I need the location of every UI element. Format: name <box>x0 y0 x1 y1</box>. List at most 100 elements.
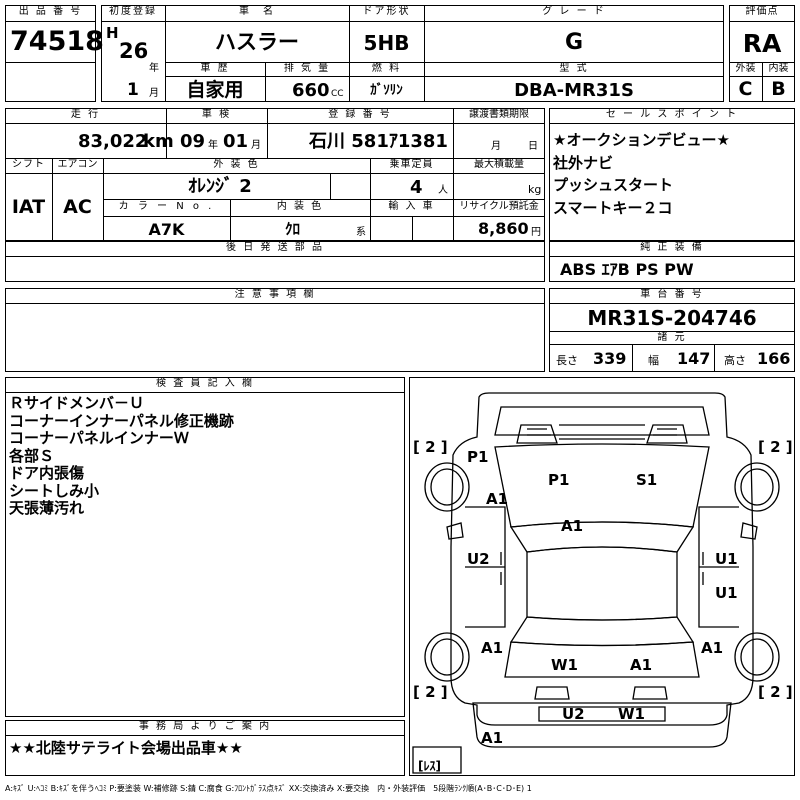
exterior-color-value: ｵﾚﾝｼﾞ 2 <box>188 176 252 197</box>
inspection-label: 車 検 <box>201 109 232 120</box>
plate-label: 登 録 番 号 <box>328 109 392 120</box>
score-label: 評価点 <box>745 6 779 17</box>
registration-month: 1 <box>127 80 139 100</box>
fuel-label: 燃 料 <box>371 63 402 74</box>
recycle-label: リサイクル預託金 <box>459 201 539 212</box>
sales-points-list: ★オークションデビュー★ 社外ナビ プッシュスタート スマートキー２コ <box>553 129 730 219</box>
chassis-label: 車 台 番 号 <box>640 289 704 300</box>
grade-value: G <box>564 30 584 55</box>
mileage-unit: km <box>143 131 174 152</box>
shift-label: シフト <box>12 159 45 170</box>
interior-color-value: ｸﾛ <box>284 220 300 238</box>
roof <box>526 546 678 621</box>
caution-block <box>5 288 545 372</box>
inspector-note: コーナーインナーパネル修正機跡 <box>9 411 234 430</box>
shift-value: IAT <box>11 196 46 218</box>
history-label: 車 歴 <box>200 63 230 74</box>
first-registration-label: 初度登録 <box>109 6 157 17</box>
registration-year: 26 <box>119 39 149 63</box>
sales-points-label: セ ー ル ス ポ イ ン ト <box>605 109 739 120</box>
recycle-unit: 円 <box>531 227 541 238</box>
color-no-label: カ ラ ー N o . <box>118 201 215 212</box>
door-type-label: ドア形状 <box>362 6 411 17</box>
tire-label-rear-right: [ 2 ] <box>758 683 793 701</box>
equipment-value: ABS ｴｱB PS PW <box>560 260 694 279</box>
transfer-day-unit: 日 <box>528 141 538 152</box>
damage-mark: U2 <box>467 550 490 568</box>
overall-score: RA <box>742 29 782 58</box>
lot-number: 74518 <box>10 26 104 57</box>
damage-mark: A1 <box>630 656 653 674</box>
caution-label: 注 意 事 項 欄 <box>234 289 316 300</box>
aircon-value: AC <box>63 196 92 218</box>
damage-mark: U2 <box>562 705 585 723</box>
aircon-label: エアコン <box>57 159 98 170</box>
sales-point: スマートキー２コ <box>553 198 673 217</box>
specs-label: 諸 元 <box>657 332 687 343</box>
interior-score: B <box>771 78 786 100</box>
inspector-note: シートしみ小 <box>9 481 100 500</box>
legend-text: A:ｷｽﾞ U:ﾍｺﾐ B:ｷｽﾞを伴うﾍｺﾐ P:要塗装 W:補修跡 S:錆 … <box>5 784 532 793</box>
damage-mark: A1 <box>486 490 509 508</box>
model-label: 型 式 <box>559 63 589 74</box>
headlight-right <box>646 424 688 444</box>
tire-label-front-right: [ 2 ] <box>758 438 793 456</box>
damage-mark: S1 <box>636 471 658 489</box>
interior-color-label: 内 装 色 <box>276 201 324 212</box>
transfer-month-unit: 月 <box>491 141 501 152</box>
month-unit: 月 <box>149 88 159 99</box>
inspection-year-unit: 年 <box>208 140 218 151</box>
mirror-right <box>740 522 758 540</box>
inspector-notes: Ｒサイドメンバ－Ｕ コーナーインナーパネル修正機跡 コーナーパネルインナーＷ 各… <box>9 394 234 518</box>
height-label: 高さ <box>724 354 746 367</box>
capacity-unit: 人 <box>438 185 448 196</box>
exterior-label: 外装 <box>735 63 756 74</box>
car-outline <box>450 392 754 726</box>
equipment-label: 純 正 装 備 <box>640 242 704 253</box>
later-parts-label: 後 日 発 送 部 品 <box>226 242 324 253</box>
plate-number: 石川 581ｱ1381 <box>309 131 448 152</box>
damage-mark: A1 <box>481 729 504 747</box>
damage-mark: A1 <box>701 639 724 657</box>
door-type: 5HB <box>363 31 410 55</box>
history-value: 自家用 <box>186 79 244 101</box>
front-bumper-outline <box>494 406 710 436</box>
capacity-value: 4 <box>410 177 423 198</box>
damage-mark: P1 <box>548 471 570 489</box>
transfer-docs-label: 譲渡書類期限 <box>469 109 529 120</box>
inspection-month-unit: 月 <box>251 140 261 151</box>
headlight-left <box>516 424 558 444</box>
exterior-color-label: 外 装 色 <box>213 159 260 170</box>
grade-label: グ レ ー ド <box>542 6 606 17</box>
capacity-label: 乗車定員 <box>389 159 434 170</box>
recycle-value: 8,860 <box>478 219 529 238</box>
office-notice-text: ★★北陸サテライト会場出品車★★ <box>9 739 243 757</box>
rear-glass <box>509 616 695 647</box>
model-value: DBA-MR31S <box>514 80 634 101</box>
sales-point: ★オークションデビュー★ <box>553 131 730 149</box>
office-notice-label: 事 務 局 よ り ご 案 内 <box>138 721 272 732</box>
damage-mark: W1 <box>551 656 578 674</box>
exterior-score: C <box>738 78 753 100</box>
lot-number-label: 出 品 番 号 <box>18 6 83 17</box>
fuel-value: ｶﾞｿﾘﾝ <box>370 83 403 98</box>
mileage-value: 83,022 <box>78 131 148 152</box>
tire-label-front-left: [ 2 ] <box>413 438 448 456</box>
width-label: 幅 <box>648 354 659 367</box>
import-label: 輸 入 車 <box>388 201 435 212</box>
damage-mark: P1 <box>467 448 489 466</box>
inspector-note: コーナーパネルインナーＷ <box>9 429 189 447</box>
damage-mark: W1 <box>618 705 645 723</box>
sales-point: プッシュスタート <box>553 176 674 194</box>
inspector-note: Ｒサイドメンバ－Ｕ <box>9 394 145 412</box>
max-load-label: 最大積載量 <box>474 159 524 170</box>
damage-mark: A1 <box>561 517 584 535</box>
inspector-note: ドア内張傷 <box>9 464 85 482</box>
damage-mark: A1 <box>481 639 504 657</box>
interior-color-unit: 系 <box>356 227 366 238</box>
era-mark: H <box>106 24 119 42</box>
interior-label: 内装 <box>768 63 789 74</box>
license-plate-area <box>538 706 666 722</box>
year-unit: 年 <box>149 63 159 74</box>
mirror-left <box>446 522 464 540</box>
